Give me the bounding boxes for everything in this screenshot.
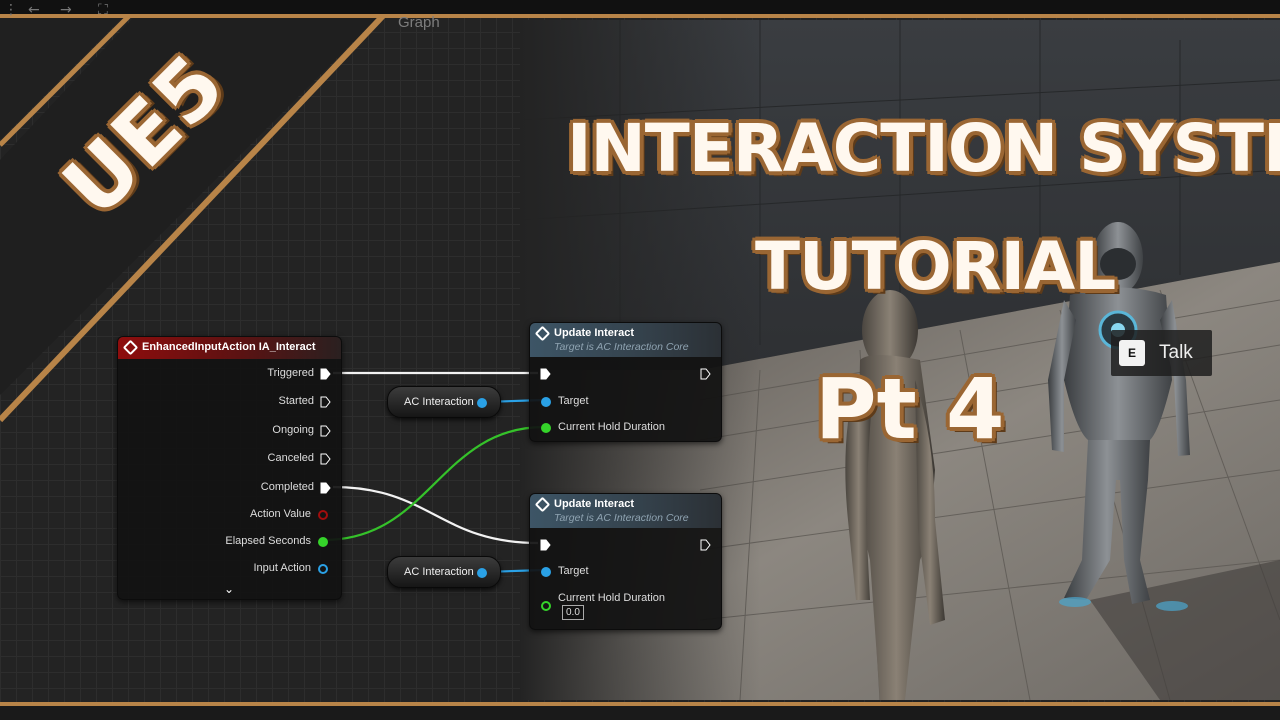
elapsed-seconds-pin[interactable] [318,537,328,547]
variable-label: AC Interaction [404,396,474,408]
key-prompt-icon: E [1119,340,1145,366]
function-icon [534,325,551,342]
variable-out-pin[interactable] [477,568,487,578]
exec-out-pin[interactable] [700,539,711,551]
exec-in-pin[interactable] [540,368,551,380]
duration-label: Current Hold Duration [558,592,665,604]
update-interact-node-2[interactable]: Update Interact Target is AC Interaction… [529,493,722,630]
node-subtitle: Target is AC Interaction Core [554,341,689,353]
enhanced-input-action-node[interactable]: EnhancedInputAction IA_Interact Triggere… [117,336,342,600]
node-title: Update Interact [554,498,635,510]
ac-interaction-variable-1[interactable]: AC Interaction [387,386,501,418]
chevron-down-icon[interactable]: ⌄ [224,582,234,596]
exec-in-pin[interactable] [540,539,551,551]
exec-pin-completed[interactable] [320,482,331,494]
prompt-label: Talk [1159,342,1193,363]
duration-label: Current Hold Duration [558,421,665,433]
exec-pin-started[interactable] [320,396,331,408]
pin-label-canceled: Canceled [267,452,314,464]
variable-label: AC Interaction [404,566,474,578]
function-icon [534,496,551,513]
pin-label-elapsed-seconds: Elapsed Seconds [225,535,311,547]
target-label: Target [558,565,589,577]
node-title: Update Interact [554,327,635,339]
exec-pin-canceled[interactable] [320,453,331,465]
pin-label-input-action: Input Action [253,562,312,574]
ac-interaction-variable-2[interactable]: AC Interaction [387,556,501,588]
node-subtitle: Target is AC Interaction Core [554,512,689,524]
target-pin[interactable] [541,567,551,577]
exec-out-pin[interactable] [700,368,711,380]
interaction-prompt: E Talk [1111,330,1212,376]
update-interact-node-1[interactable]: Update Interact Target is AC Interaction… [529,322,722,442]
target-pin[interactable] [541,397,551,407]
pin-label-completed: Completed [260,481,314,493]
pin-label-action-value: Action Value [250,508,311,520]
target-label: Target [558,395,589,407]
duration-input[interactable]: 0.0 [562,605,584,620]
event-diamond-icon [122,339,139,356]
input-action-pin[interactable] [318,564,328,574]
duration-pin[interactable] [541,423,551,433]
pin-label-started: Started [278,395,314,407]
variable-out-pin[interactable] [477,398,487,408]
action-value-pin[interactable] [318,510,328,520]
exec-pin-triggered[interactable] [320,368,331,380]
node-title: EnhancedInputAction IA_Interact [142,341,316,353]
duration-pin[interactable] [541,601,551,611]
bottom-border-bar [0,702,1280,720]
pin-label-ongoing: Ongoing [272,424,314,436]
pin-label-triggered: Triggered [267,367,314,379]
exec-pin-ongoing[interactable] [320,425,331,437]
